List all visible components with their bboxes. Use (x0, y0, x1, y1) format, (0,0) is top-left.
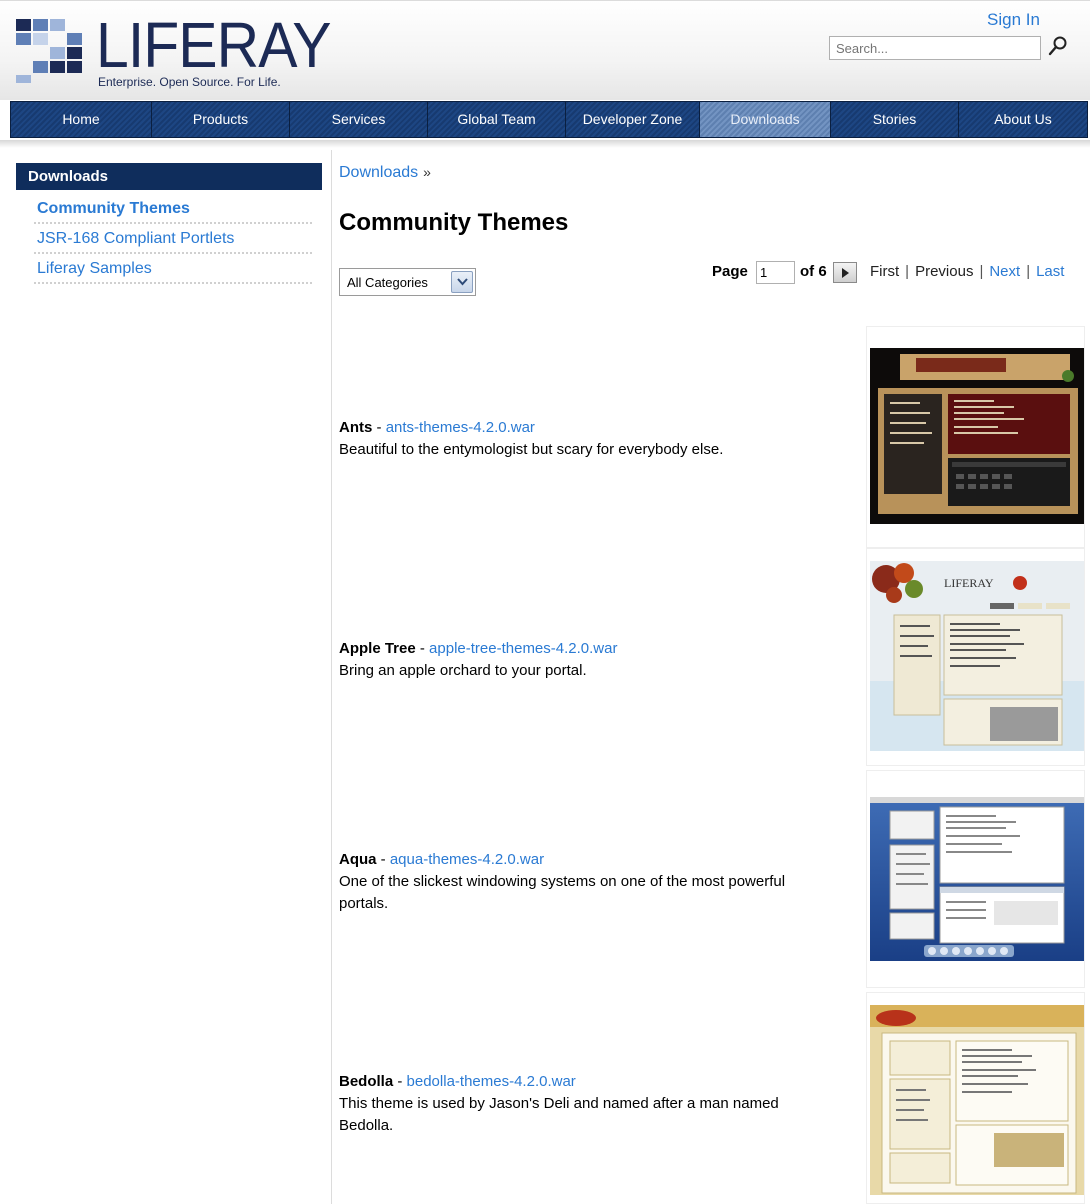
nav-item-services[interactable]: Services (290, 102, 428, 137)
page-title: Community Themes (339, 209, 569, 236)
chevron-down-icon[interactable] (451, 271, 473, 293)
theme-file-link[interactable]: apple-tree-themes-4.2.0.war (429, 640, 617, 657)
sidebar-title: Downloads (16, 163, 322, 190)
search-icon[interactable] (1046, 34, 1070, 58)
breadcrumb: Downloads » (339, 164, 431, 182)
page-number-input[interactable] (756, 261, 795, 284)
theme-thumbnail-frame (866, 992, 1085, 1204)
nav-item-products[interactable]: Products (152, 102, 290, 137)
nav-item-stories[interactable]: Stories (831, 102, 959, 137)
go-page-button[interactable] (833, 262, 857, 283)
sidebar-item-community-themes[interactable]: Community Themes (34, 194, 312, 224)
theme-name: Apple Tree (339, 640, 416, 657)
theme-entry: Aqua - aqua-themes-4.2.0.war One of the … (339, 849, 809, 915)
logo-mark-icon (16, 19, 86, 89)
theme-description: This theme is used by Jason's Deli and n… (339, 1095, 779, 1134)
pager-previous: Previous (915, 263, 974, 280)
sidebar-list: Community Themes JSR-168 Compliant Portl… (34, 194, 312, 284)
nav-shadow (0, 140, 1090, 148)
theme-description: One of the slickest windowing systems on… (339, 873, 786, 912)
theme-thumbnail-frame (866, 770, 1085, 988)
aqua-theme-thumbnail[interactable] (870, 797, 1084, 961)
search-input[interactable] (829, 36, 1041, 60)
site-header: LIFERAY Enterprise. Open Source. For Lif… (0, 0, 1090, 100)
bedolla-theme-thumbnail[interactable] (870, 1005, 1084, 1195)
theme-name: Bedolla (339, 1073, 394, 1090)
nav-item-developer-zone[interactable]: Developer Zone (566, 102, 700, 137)
theme-entry: Bedolla - bedolla-themes-4.2.0.war This … (339, 1071, 809, 1137)
pager-next-link[interactable]: Next (989, 263, 1020, 280)
pager-last-link[interactable]: Last (1036, 263, 1064, 280)
liferay-logo[interactable]: LIFERAY Enterprise. Open Source. For Lif… (16, 13, 332, 93)
theme-thumbnail-frame: LIFERAY (866, 548, 1085, 766)
pager-page-label: Page (712, 263, 748, 280)
category-select[interactable]: All Categories (339, 268, 476, 296)
theme-name: Ants (339, 419, 373, 436)
play-arrow-icon (842, 268, 849, 278)
theme-description: Beautiful to the entymologist but scary … (339, 441, 724, 458)
pager-first: First (870, 263, 900, 280)
main-nav: Home Products Services Global Team Devel… (10, 101, 1088, 138)
apple-thumb-logo: LIFERAY (944, 576, 994, 590)
ants-theme-thumbnail[interactable] (870, 348, 1084, 524)
sidebar: Downloads Community Themes JSR-168 Compl… (16, 163, 322, 284)
theme-entry: Apple Tree - apple-tree-themes-4.2.0.war… (339, 638, 809, 682)
theme-file-link[interactable]: ants-themes-4.2.0.war (386, 419, 535, 436)
nav-item-global-team[interactable]: Global Team (428, 102, 566, 137)
theme-description: Bring an apple orchard to your portal. (339, 662, 587, 679)
breadcrumb-downloads-link[interactable]: Downloads (339, 164, 418, 181)
sidebar-item-liferay-samples[interactable]: Liferay Samples (34, 254, 312, 284)
nav-item-home[interactable]: Home (11, 102, 152, 137)
sign-in-link[interactable]: Sign In (987, 10, 1040, 30)
theme-entry: Ants - ants-themes-4.2.0.war Beautiful t… (339, 417, 809, 461)
pager-of-label: of 6 (800, 263, 827, 280)
logo-tagline: Enterprise. Open Source. For Life. (98, 75, 281, 89)
column-divider (331, 150, 332, 1204)
nav-item-about-us[interactable]: About Us (959, 102, 1087, 137)
logo-wordmark: LIFERAY (96, 9, 332, 81)
apple-tree-theme-thumbnail[interactable]: LIFERAY (870, 561, 1084, 751)
theme-thumbnail-frame (866, 326, 1085, 548)
breadcrumb-separator: » (423, 164, 431, 180)
pager-links: First | Previous | Next | Last (870, 263, 1065, 280)
theme-file-link[interactable]: aqua-themes-4.2.0.war (390, 851, 544, 868)
sidebar-item-jsr168-portlets[interactable]: JSR-168 Compliant Portlets (34, 224, 312, 254)
theme-name: Aqua (339, 851, 377, 868)
theme-file-link[interactable]: bedolla-themes-4.2.0.war (407, 1073, 576, 1090)
category-select-value: All Categories (347, 275, 428, 290)
nav-item-downloads[interactable]: Downloads (700, 102, 831, 137)
